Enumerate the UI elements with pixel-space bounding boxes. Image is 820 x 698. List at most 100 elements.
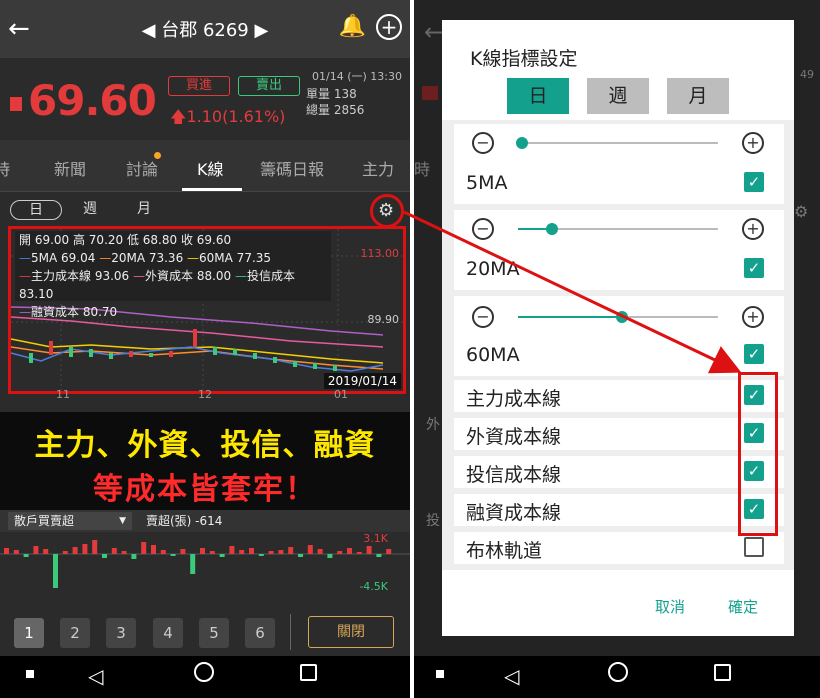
checkbox-highlight-box	[738, 372, 778, 536]
nav-home-icon[interactable]	[608, 662, 628, 682]
bg-fragment: 投	[426, 513, 440, 529]
retail-bar	[180, 549, 186, 554]
tab-main-force[interactable]: 主力	[362, 156, 394, 180]
retail-bar	[190, 554, 196, 574]
legend-ma60: 60MA 77.35	[199, 251, 272, 265]
slider-knob[interactable]	[616, 311, 628, 323]
slider-knob[interactable]	[546, 223, 558, 235]
tab-chip-daily[interactable]: 籌碼日報	[260, 156, 324, 180]
recents-dot-icon[interactable]	[436, 670, 444, 678]
sell-button[interactable]: 賣出	[238, 76, 300, 96]
indicator-settings-dialog: K線指標設定 日 週 月 − + 5MA ✓ − + 20MA ✓ − + 60…	[442, 20, 794, 636]
legend-ma-row: —5MA 69.04 —20MA 73.36 —60MA 77.35	[19, 249, 331, 267]
legend-ma20-swatch: —	[99, 251, 112, 265]
ma-slider[interactable]	[516, 137, 718, 149]
tab-bar: 時 新聞 討論 K線 籌碼日報 主力	[0, 140, 410, 192]
cost-row-foreign[interactable]: 外資成本線 ✓	[454, 418, 784, 450]
retail-bars-svg	[0, 540, 410, 588]
left-phone-screen: ← ◀ 台郡 6269 ▶ 🔔 + 69.60 買進 賣出 🡅1.10(1.61…	[0, 0, 410, 698]
cost-row-trust[interactable]: 投信成本線 ✓	[454, 456, 784, 488]
tab-kline[interactable]: K線	[197, 156, 224, 180]
cost-row-label: 布林軌道	[466, 540, 543, 562]
page-5[interactable]: 5	[199, 618, 229, 648]
slider-knob[interactable]	[516, 137, 528, 149]
candle	[129, 351, 133, 357]
retail-bar	[111, 548, 117, 554]
cost-row-bollinger[interactable]: 布林軌道	[454, 532, 784, 564]
tab-time[interactable]: 時	[0, 156, 10, 180]
page-1[interactable]: 1	[14, 618, 44, 648]
period-week-tab[interactable]: 週	[587, 78, 649, 114]
cancel-button[interactable]: 取消	[655, 596, 685, 617]
bollinger-checkbox[interactable]	[744, 537, 764, 557]
retail-bar	[62, 551, 68, 554]
period-day-tab[interactable]: 日	[507, 78, 569, 114]
price-value: 69.60	[28, 76, 157, 125]
page-6[interactable]: 6	[245, 618, 275, 648]
page-2[interactable]: 2	[60, 618, 90, 648]
cost-row-margin[interactable]: 融資成本線 ✓	[454, 494, 784, 526]
retail-dropdown[interactable]: 散戶買賣超 ▼	[8, 512, 132, 530]
tab-news[interactable]: 新聞	[54, 156, 86, 180]
top-bar: ← ◀ 台郡 6269 ▶ 🔔 +	[0, 0, 410, 58]
ma-checkbox[interactable]: ✓	[744, 258, 764, 278]
add-icon[interactable]: +	[376, 14, 402, 40]
plus-icon[interactable]: +	[742, 218, 764, 240]
retail-bar	[288, 547, 294, 554]
legend-ma5: 5MA 69.04	[31, 251, 96, 265]
retail-bar	[72, 547, 78, 554]
retail-bar	[258, 554, 264, 556]
retail-bar	[121, 551, 127, 554]
volume-info: 單量 138 總量 2856	[306, 86, 364, 118]
bg-fragment: 時	[414, 160, 431, 179]
cost-row-main[interactable]: 主力成本線 ✓	[454, 380, 784, 412]
close-button[interactable]: 關閉	[308, 616, 394, 648]
y-label-mid: 89.90	[367, 313, 400, 326]
page-3[interactable]: 3	[106, 618, 136, 648]
bell-icon[interactable]: 🔔	[339, 14, 366, 39]
nav-back-icon[interactable]: ◁	[88, 664, 103, 688]
retail-bar	[4, 548, 9, 554]
bar-group	[4, 540, 392, 588]
nav-home-icon[interactable]	[194, 662, 214, 682]
confirm-button[interactable]: 確定	[728, 596, 758, 617]
period-week[interactable]: 週	[64, 200, 116, 220]
minus-icon[interactable]: −	[472, 306, 494, 328]
period-month-tab[interactable]: 月	[667, 78, 729, 114]
minus-icon[interactable]: −	[472, 132, 494, 154]
retail-bar	[43, 549, 49, 554]
minus-icon[interactable]: −	[472, 218, 494, 240]
legend-main-cost: 主力成本線 93.06	[31, 269, 130, 283]
nav-back-icon[interactable]: ◁	[504, 664, 519, 688]
retail-bar	[219, 554, 225, 557]
period-day[interactable]: 日	[10, 200, 62, 220]
price-down-square-icon	[10, 96, 22, 111]
tab-discussion[interactable]: 討論	[126, 156, 158, 180]
buy-button[interactable]: 買進	[168, 76, 230, 96]
ma-checkbox[interactable]: ✓	[744, 344, 764, 364]
plus-icon[interactable]: +	[742, 306, 764, 328]
legend-margin-swatch: —	[19, 305, 31, 319]
legend-cost-row: —主力成本線 93.06 —外資成本 88.00 —投信成本 83.10	[19, 267, 331, 303]
caption-banner: 主力、外資、投信、融資 等成本皆套牢！	[0, 412, 410, 512]
nav-recents-icon[interactable]	[714, 664, 731, 681]
nav-recents-icon[interactable]	[300, 664, 317, 681]
plus-icon[interactable]: +	[742, 132, 764, 154]
page-4[interactable]: 4	[153, 618, 183, 648]
legend-ma20: 20MA 73.36	[111, 251, 184, 265]
cost-row-label: 外資成本線	[466, 426, 562, 448]
candle	[49, 341, 53, 355]
ma-slider[interactable]	[518, 311, 718, 323]
retail-dropdown-label: 散戶買賣超	[14, 514, 75, 528]
banner-line-2: 等成本皆套牢！	[93, 472, 317, 507]
candle	[69, 347, 73, 357]
cost-row-label: 主力成本線	[466, 388, 562, 410]
ma-checkbox[interactable]: ✓	[744, 172, 764, 192]
period-month[interactable]: 月	[118, 200, 170, 220]
kline-chart[interactable]: 開 69.00 高 70.20 低 68.80 收 69.60 —5MA 69.…	[8, 226, 406, 394]
retail-value: 賣超(張) -614	[146, 514, 223, 528]
ma-slider[interactable]	[518, 223, 718, 235]
candle	[149, 353, 153, 357]
retail-bar	[13, 550, 19, 554]
recents-dot-icon[interactable]	[26, 670, 34, 678]
